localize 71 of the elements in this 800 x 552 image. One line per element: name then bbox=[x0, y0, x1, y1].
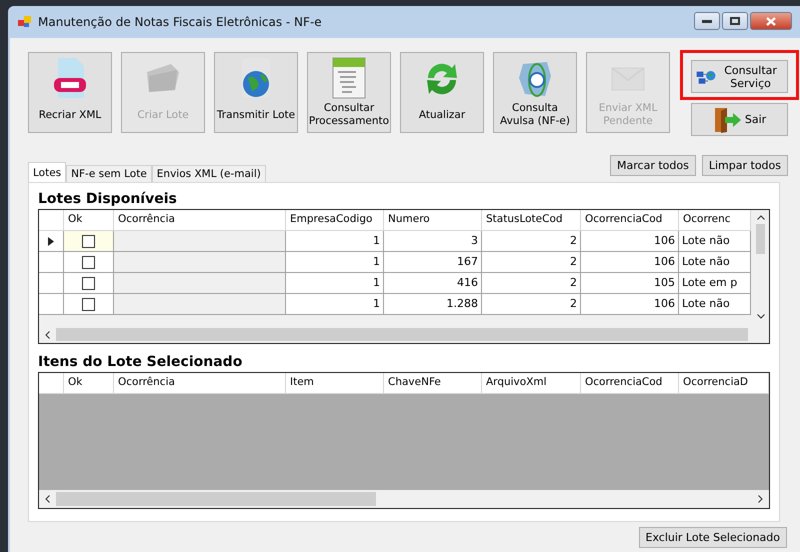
checkbox[interactable] bbox=[82, 276, 95, 290]
column-header[interactable]: Ok bbox=[64, 373, 114, 393]
column-header[interactable]: OcorrenciaCod bbox=[581, 210, 679, 230]
scroll-down-icon bbox=[756, 314, 764, 319]
scroll-left-icon bbox=[45, 495, 50, 503]
column-header[interactable]: Numero bbox=[384, 210, 482, 230]
table-cell: 106 bbox=[581, 294, 679, 314]
minimize-button[interactable] bbox=[694, 12, 720, 30]
column-header[interactable]: Ocorrenc bbox=[679, 210, 751, 230]
checkbox[interactable] bbox=[82, 256, 95, 268]
maximize-icon bbox=[730, 17, 740, 25]
table-cell: 106 bbox=[581, 252, 679, 272]
action-button[interactable]: Limpar todos bbox=[702, 155, 788, 176]
table-cell: 167 bbox=[384, 252, 482, 272]
column-header[interactable]: ChaveNFe bbox=[384, 373, 482, 393]
table-cell: Lote não bbox=[679, 294, 751, 314]
table-cell: 1 bbox=[286, 231, 384, 251]
close-button[interactable] bbox=[750, 12, 792, 30]
table-cell: 1 bbox=[286, 294, 384, 314]
scroll-thumb[interactable] bbox=[756, 224, 765, 254]
table-cell: Lote em p bbox=[679, 273, 751, 293]
column-header[interactable]: OcorrenciaCod bbox=[581, 373, 679, 393]
minimize-icon bbox=[702, 19, 712, 23]
toolbar-button[interactable]: Consulta Avulsa (NF-e) bbox=[493, 52, 577, 133]
table-cell: Lote não bbox=[679, 231, 751, 251]
scroll-left-icon bbox=[45, 330, 50, 338]
table-cell: 105 bbox=[581, 273, 679, 293]
column-header[interactable]: StatusLoteCod bbox=[482, 210, 581, 230]
scroll-up-icon bbox=[756, 215, 764, 220]
column-header[interactable]: EmpresaCodigo bbox=[286, 210, 384, 230]
table-cell: 2 bbox=[482, 252, 581, 272]
tab[interactable]: Lotes bbox=[28, 162, 66, 182]
tab[interactable]: NF-e sem Lote bbox=[66, 165, 152, 182]
scroll-thumb[interactable] bbox=[56, 492, 376, 506]
toolbar-button[interactable]: Consultar Processamento bbox=[307, 52, 391, 133]
delete-batch-button[interactable]: Excluir Lote Selecionado bbox=[638, 527, 787, 548]
column-header[interactable]: Item bbox=[286, 373, 384, 393]
column-header[interactable]: Ok bbox=[64, 210, 114, 230]
table-cell: 2 bbox=[482, 294, 581, 314]
window-title: Manutenção de Notas Fiscais Eletrônicas - NF-e bbox=[38, 15, 322, 29]
table-cell: 2 bbox=[482, 273, 581, 293]
table-cell: 2 bbox=[482, 231, 581, 251]
toolbar-button[interactable]: Transmitir Lote bbox=[214, 52, 298, 133]
column-header[interactable]: Ocorrência bbox=[114, 373, 286, 393]
column-header[interactable]: OcorrenciaD bbox=[679, 373, 769, 393]
app-icon bbox=[18, 16, 32, 28]
checkbox[interactable] bbox=[82, 234, 95, 248]
side-button[interactable]: Consultar Serviço bbox=[691, 60, 788, 93]
section-title: Lotes Disponíveis bbox=[38, 191, 178, 209]
table-cell: 3 bbox=[384, 231, 482, 251]
tab[interactable]: Envios XML (e-mail) bbox=[152, 165, 266, 182]
scroll-right-icon bbox=[758, 495, 763, 503]
table-cell: 106 bbox=[581, 231, 679, 251]
section-title: Itens do Lote Selecionado bbox=[38, 354, 244, 372]
table-cell: 416 bbox=[384, 273, 482, 293]
scroll-thumb[interactable] bbox=[56, 328, 748, 341]
table-cell: 1 bbox=[286, 273, 384, 293]
action-button[interactable]: Marcar todos bbox=[610, 155, 696, 176]
toolbar-button[interactable]: Recriar XML bbox=[28, 52, 112, 133]
column-header[interactable]: ArquivoXml bbox=[482, 373, 581, 393]
maximize-button[interactable] bbox=[722, 12, 748, 30]
side-button[interactable]: Sair bbox=[691, 103, 788, 136]
checkbox[interactable] bbox=[82, 298, 95, 310]
table-cell: 1 bbox=[286, 252, 384, 272]
door-arrow-icon bbox=[712, 106, 743, 132]
current-row-icon bbox=[48, 236, 54, 246]
toolbar-button[interactable]: Atualizar bbox=[400, 52, 484, 133]
close-icon bbox=[766, 16, 776, 26]
column-header[interactable]: Ocorrência bbox=[114, 210, 286, 230]
table-cell: Lote não bbox=[679, 252, 751, 272]
table-cell: 1.288 bbox=[384, 294, 482, 314]
